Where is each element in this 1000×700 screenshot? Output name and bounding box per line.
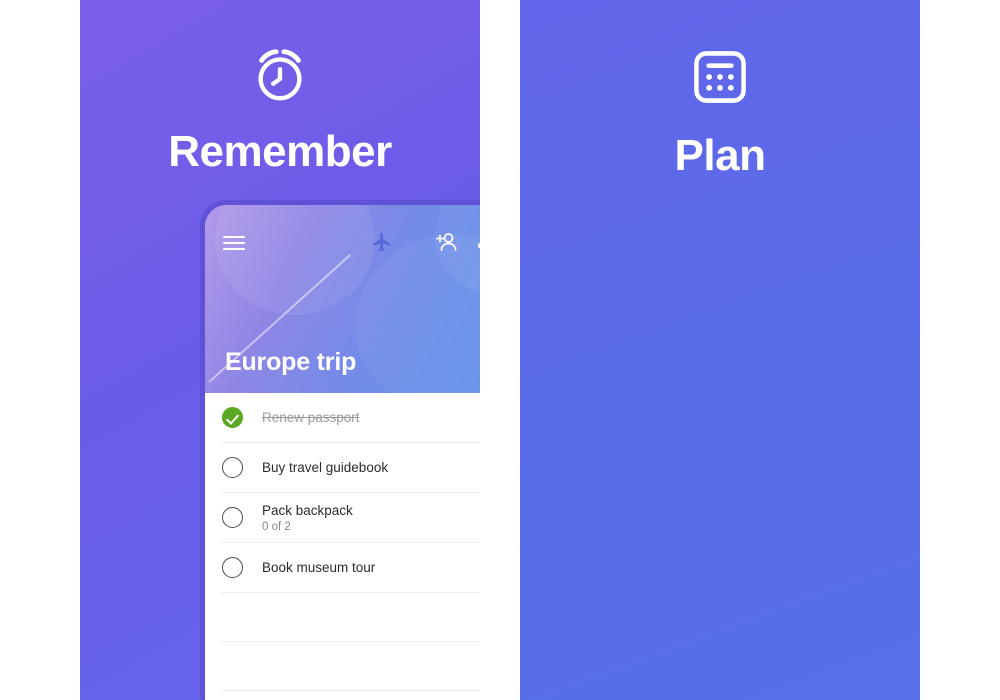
task-row[interactable]: Buy travel guidebook	[205, 443, 480, 492]
task-body: Buy travel guidebook	[243, 459, 478, 477]
task-row-empty[interactable]	[205, 593, 480, 641]
task-title: Buy travel guidebook	[262, 459, 389, 475]
task-title: Pack backpack	[262, 503, 353, 519]
task-body: Pack backpack 0 of 2	[243, 502, 480, 533]
panel-plan: Plan Europe trip Pack backpack	[520, 0, 920, 700]
checkbox-checked[interactable]	[222, 407, 243, 428]
screenshot-stage: Remember Europe trip Renew passport Buy …	[0, 0, 1000, 700]
task-row-empty[interactable]	[205, 642, 480, 690]
hero-title-plan: Plan	[674, 131, 766, 180]
calendar-grid-icon	[694, 51, 746, 103]
task-title: Renew passport	[262, 409, 360, 425]
task-row[interactable]: Book museum tour	[205, 543, 480, 592]
hero-title-remember: Remember	[168, 127, 392, 176]
task-row[interactable]: Pack backpack 0 of 2	[205, 493, 480, 542]
more-options-icon[interactable]	[477, 243, 480, 248]
task-row-empty[interactable]	[205, 691, 480, 700]
task-list: Renew passport Buy travel guidebook Pack…	[205, 393, 480, 700]
list-screen: Europe trip Renew passport Buy travel gu…	[205, 205, 480, 700]
hero-plan: Plan	[520, 0, 920, 180]
checkbox-unchecked[interactable]	[222, 557, 243, 578]
panel-remember: Remember Europe trip Renew passport Buy …	[80, 0, 480, 700]
task-body: Renew passport	[243, 409, 480, 427]
task-title: Book museum tour	[262, 559, 376, 575]
hero-remember: Remember	[80, 0, 480, 176]
task-body: Book museum tour	[243, 559, 480, 577]
hamburger-menu-icon[interactable]	[223, 235, 245, 251]
alarm-clock-icon	[258, 49, 302, 101]
task-row[interactable]: Renew passport	[205, 393, 480, 442]
phone-mock-list: Europe trip Renew passport Buy travel gu…	[200, 200, 480, 700]
checkbox-unchecked[interactable]	[222, 457, 243, 478]
star-filled-icon[interactable]	[478, 457, 480, 478]
list-toolbar	[205, 219, 480, 253]
airplane-icon	[372, 232, 391, 252]
task-subtitle: 0 of 2	[262, 520, 291, 533]
list-header: Europe trip	[205, 205, 480, 393]
list-title: Europe trip	[225, 348, 357, 376]
checkbox-unchecked[interactable]	[222, 507, 243, 528]
add-person-icon[interactable]	[433, 232, 459, 254]
